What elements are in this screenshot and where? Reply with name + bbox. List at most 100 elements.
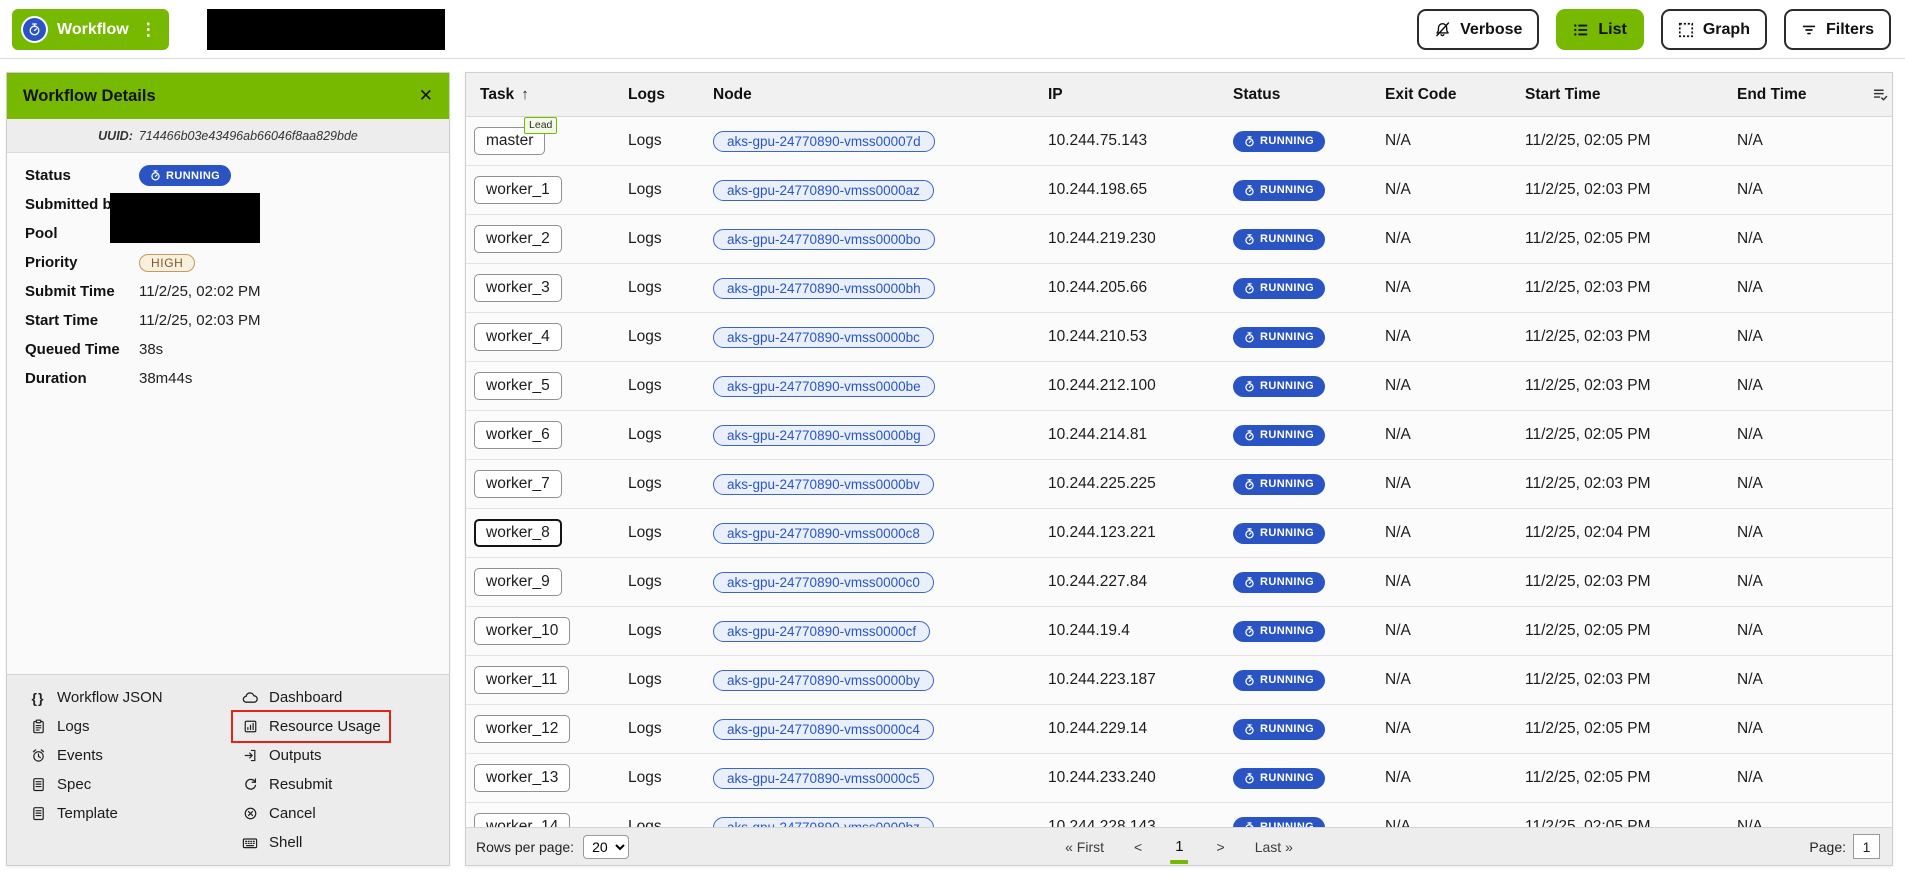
last-page-button[interactable]: Last » [1255, 839, 1293, 855]
submit-time-value: 11/2/25, 02:02 PM [139, 283, 260, 300]
prev-page-button[interactable]: < [1134, 839, 1142, 855]
logs-link[interactable]: Logs [628, 181, 662, 198]
details-fields: Status RUNNING Submitted by Pool Priorit… [7, 153, 449, 393]
ip-cell: 10.244.75.143 [1036, 132, 1221, 150]
node-pill[interactable]: aks-gpu-24770890-vmss0000by [713, 670, 934, 691]
logs-link[interactable]: Logs [628, 671, 662, 688]
task-box[interactable]: worker_4 [474, 323, 562, 351]
logs-link[interactable]: Logs [628, 279, 662, 296]
panel-action-resubmit[interactable]: Resubmit [233, 770, 340, 799]
sort-asc-icon: ↑ [521, 86, 529, 103]
panel-action-logs[interactable]: Logs [21, 712, 98, 741]
exit-code-cell: N/A [1373, 524, 1513, 542]
panel-action-events[interactable]: Events [21, 741, 111, 770]
filters-button[interactable]: Filters [1784, 9, 1891, 50]
panel-actions: {}Workflow JSONLogsEventsSpecTemplate Da… [7, 674, 449, 865]
logs-link[interactable]: Logs [628, 377, 662, 394]
verbose-button[interactable]: Verbose [1417, 9, 1539, 50]
task-box[interactable]: worker_8 [474, 519, 562, 547]
node-pill[interactable]: aks-gpu-24770890-vmss00007d [713, 131, 935, 152]
task-box[interactable]: worker_6 [474, 421, 562, 449]
node-pill[interactable]: aks-gpu-24770890-vmss0000bh [713, 278, 935, 299]
logs-link[interactable]: Logs [628, 328, 662, 345]
column-settings-icon[interactable] [1860, 86, 1893, 103]
task-box[interactable]: worker_2 [474, 225, 562, 253]
panel-action-cancel[interactable]: Cancel [233, 799, 324, 828]
panel-action-spec[interactable]: Spec [21, 770, 99, 799]
page-number-input[interactable]: 1 [1853, 834, 1880, 859]
current-page[interactable]: 1 [1172, 838, 1186, 855]
task-box[interactable]: worker_1 [474, 176, 562, 204]
node-pill[interactable]: aks-gpu-24770890-vmss0000c5 [713, 768, 934, 789]
start-time-cell: 11/2/25, 02:03 PM [1513, 573, 1725, 591]
list-view-button[interactable]: List [1556, 9, 1643, 50]
table-row: worker_13 Logs aks-gpu-24770890-vmss0000… [466, 754, 1892, 803]
panel-action-dashboard[interactable]: Dashboard [233, 683, 350, 712]
workflow-menu-button[interactable]: Workflow ⋮ [12, 9, 169, 50]
logs-link[interactable]: Logs [628, 132, 662, 149]
task-box[interactable]: worker_12 [474, 715, 570, 743]
node-pill[interactable]: aks-gpu-24770890-vmss0000bg [713, 425, 935, 446]
node-pill[interactable]: aks-gpu-24770890-vmss0000bz [713, 817, 934, 828]
task-box[interactable]: worker_9 [474, 568, 562, 596]
table-row: worker_10 Logs aks-gpu-24770890-vmss0000… [466, 607, 1892, 656]
graph-view-button[interactable]: Graph [1661, 9, 1767, 50]
node-pill[interactable]: aks-gpu-24770890-vmss0000cf [713, 621, 930, 642]
graph-button-label: Graph [1703, 21, 1750, 39]
filter-icon [1801, 22, 1817, 38]
node-pill[interactable]: aks-gpu-24770890-vmss0000bv [713, 474, 934, 495]
logs-link[interactable]: Logs [628, 475, 662, 492]
logs-link[interactable]: Logs [628, 622, 662, 639]
list-icon [1573, 22, 1589, 38]
rows-per-page-select[interactable]: 20 [583, 835, 629, 859]
node-pill[interactable]: aks-gpu-24770890-vmss0000be [713, 376, 935, 397]
logs-link[interactable]: Logs [628, 524, 662, 541]
panel-action-workflow-json[interactable]: {}Workflow JSON [21, 683, 171, 712]
task-box[interactable]: master Lead [474, 127, 545, 155]
task-box[interactable]: worker_14 [474, 813, 570, 827]
node-pill[interactable]: aks-gpu-24770890-vmss0000c8 [713, 523, 934, 544]
duration-label: Duration [25, 370, 139, 387]
logs-link[interactable]: Logs [628, 230, 662, 247]
task-box[interactable]: worker_5 [474, 372, 562, 400]
exit-code-cell: N/A [1373, 671, 1513, 689]
task-box[interactable]: worker_7 [474, 470, 562, 498]
node-pill[interactable]: aks-gpu-24770890-vmss0000az [713, 180, 934, 201]
close-icon[interactable]: ✕ [419, 86, 433, 106]
start-time-cell: 11/2/25, 02:05 PM [1513, 769, 1725, 787]
logs-link[interactable]: Logs [628, 573, 662, 590]
table-body: master Lead Logs aks-gpu-24770890-vmss00… [466, 117, 1892, 827]
panel-action-template[interactable]: Template [21, 799, 126, 828]
logs-link[interactable]: Logs [628, 426, 662, 443]
table-header: Task↑ Logs Node IP Status Exit Code Star… [466, 73, 1892, 117]
task-box[interactable]: worker_13 [474, 764, 570, 792]
ip-cell: 10.244.212.100 [1036, 377, 1221, 395]
exit-code-cell: N/A [1373, 818, 1513, 827]
ip-cell: 10.244.223.187 [1036, 671, 1221, 689]
node-pill[interactable]: aks-gpu-24770890-vmss0000c4 [713, 719, 934, 740]
task-box[interactable]: worker_10 [474, 617, 570, 645]
task-box[interactable]: worker_3 [474, 274, 562, 302]
panel-action-resource-usage[interactable]: Resource Usage [233, 712, 389, 741]
ip-cell: 10.244.210.53 [1036, 328, 1221, 346]
table-row: worker_4 Logs aks-gpu-24770890-vmss0000b… [466, 313, 1892, 362]
submit-time-label: Submit Time [25, 283, 139, 300]
kebab-menu-icon[interactable]: ⋮ [140, 20, 157, 40]
logs-link[interactable]: Logs [628, 720, 662, 737]
uuid-label: UUID: [98, 129, 133, 143]
panel-action-outputs[interactable]: Outputs [233, 741, 330, 770]
logs-link[interactable]: Logs [628, 818, 662, 827]
logs-link[interactable]: Logs [628, 769, 662, 786]
task-box[interactable]: worker_11 [474, 666, 569, 694]
panel-action-shell[interactable]: Shell [233, 828, 310, 857]
column-header-task[interactable]: Task↑ [466, 86, 616, 104]
start-time-cell: 11/2/25, 02:05 PM [1513, 132, 1725, 150]
node-pill[interactable]: aks-gpu-24770890-vmss0000bo [713, 229, 935, 250]
bell-slash-icon [1434, 21, 1451, 38]
next-page-button[interactable]: > [1217, 839, 1225, 855]
node-pill[interactable]: aks-gpu-24770890-vmss0000c0 [713, 572, 934, 593]
node-pill[interactable]: aks-gpu-24770890-vmss0000bc [713, 327, 934, 348]
bar-chart-icon [241, 719, 259, 734]
panel-action-label: Workflow JSON [57, 689, 163, 706]
first-page-button[interactable]: « First [1065, 839, 1104, 855]
